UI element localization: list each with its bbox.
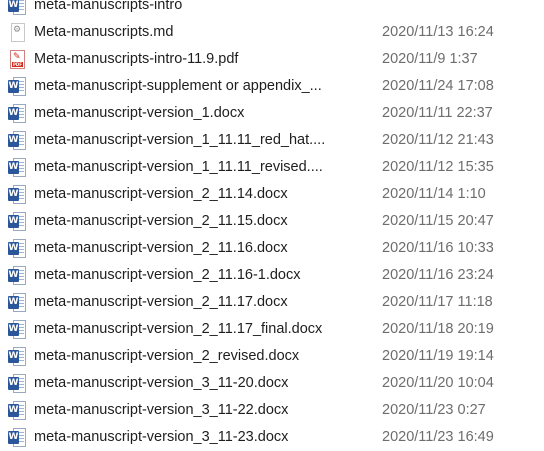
file-name: Meta-manuscripts.md	[34, 24, 174, 40]
word-document-icon: W	[8, 0, 26, 16]
word-badge: W	[8, 0, 19, 12]
word-document-icon: W	[8, 401, 26, 421]
word-badge: W	[8, 296, 19, 309]
word-document-icon: W	[8, 212, 26, 232]
word-badge: W	[8, 215, 19, 228]
file-row[interactable]: Wmeta-manuscript-version_1.docx 2020/11/1…	[0, 100, 544, 127]
word-document-icon: W	[8, 239, 26, 259]
file-name: meta-manuscript-version_2_11.17.docx	[34, 294, 288, 310]
file-row[interactable]: Wmeta-manuscript-version_2_revised.docx 2…	[0, 343, 544, 370]
file-name: meta-manuscript-version_2_11.15.docx	[34, 213, 288, 229]
file-name: meta-manuscript-version_3_11-22.docx	[34, 402, 289, 418]
file-modified-date: 2020/11/12 21:43	[382, 132, 494, 148]
word-badge: W	[8, 80, 19, 93]
pdf-badge: PDF	[12, 62, 23, 67]
file-row[interactable]: Wmeta-manuscript-version_1_11.11_revised…	[0, 154, 544, 181]
file-modified-date: 2020/11/15 20:47	[382, 213, 494, 229]
word-badge: W	[8, 134, 19, 147]
file-modified-date: 2020/11/17 11:18	[382, 294, 493, 310]
word-document-icon: W	[8, 185, 26, 205]
pdf-mark: ✎	[13, 52, 21, 62]
word-document-icon: W	[8, 347, 26, 367]
word-document-icon: W	[8, 428, 26, 448]
file-modified-date: 2020/11/13 16:24	[382, 24, 494, 40]
word-badge: W	[8, 242, 19, 255]
file-row[interactable]: Wmeta-manuscript-version_2_11.14.docx 202…	[0, 181, 544, 208]
file-modified-date: 2020/11/24 17:08	[382, 78, 494, 94]
file-modified-date: 2020/11/19 19:14	[382, 348, 494, 364]
file-name: meta-manuscript-version_2_11.16.docx	[34, 240, 288, 256]
gear-icon: ⚙	[13, 25, 22, 35]
file-row[interactable]: Wmeta-manuscript-version_3_11-23.docx 202…	[0, 424, 544, 451]
file-modified-date: 2020/11/16 10:33	[382, 240, 494, 256]
file-name: meta-manuscript-version_2_11.17_final.do…	[34, 321, 323, 337]
pdf-document-icon: ✎ PDF	[8, 50, 26, 70]
file-row[interactable]: ⚙ Meta-manuscripts.md 2020/11/13 16:24	[0, 19, 544, 46]
file-row[interactable]: Wmeta-manuscript-version_3_11-22.docx 202…	[0, 397, 544, 424]
file-name: meta-manuscript-version_1_11.11_revised.…	[34, 159, 323, 175]
word-document-icon: W	[8, 104, 26, 124]
file-name: meta-manuscript-version_2_11.14.docx	[34, 186, 288, 202]
word-badge: W	[8, 188, 19, 201]
file-name: meta-manuscript-version_1.docx	[34, 105, 245, 121]
file-name: meta-manuscript-version_3_11-23.docx	[34, 429, 289, 445]
file-row[interactable]: Wmeta-manuscript-version_2_11.16.docx 202…	[0, 235, 544, 262]
file-name: meta-manuscript-version_3_11-20.docx	[34, 375, 289, 391]
file-name: meta-manuscript-version_1_11.11_red_hat.…	[34, 132, 326, 148]
word-document-icon: W	[8, 158, 26, 178]
file-modified-date: 2020/11/23 16:49	[382, 429, 494, 445]
file-list: Wmeta-manuscripts-intro ⚙ Meta-manuscripts…	[0, 0, 544, 451]
word-document-icon: W	[8, 266, 26, 286]
file-modified-date: 2020/11/14 1:10	[382, 186, 486, 202]
file-row[interactable]: Wmeta-manuscript-supplement or appendix_…	[0, 73, 544, 100]
word-document-icon: W	[8, 131, 26, 151]
file-modified-date: 2020/11/20 10:04	[382, 375, 494, 391]
file-row[interactable]: Wmeta-manuscript-version_3_11-20.docx 202…	[0, 370, 544, 397]
file-name: meta-manuscripts-intro	[34, 0, 183, 13]
word-badge: W	[8, 350, 19, 363]
word-document-icon: W	[8, 320, 26, 340]
file-row[interactable]: Wmeta-manuscripts-intro	[0, 0, 544, 19]
file-modified-date: 2020/11/11 22:37	[382, 105, 493, 121]
file-row[interactable]: Wmeta-manuscript-version_2_11.17_final.d…	[0, 316, 544, 343]
word-badge: W	[8, 323, 19, 336]
word-badge: W	[8, 161, 19, 174]
word-badge: W	[8, 107, 19, 120]
file-row[interactable]: Wmeta-manuscript-version_2_11.15.docx 202…	[0, 208, 544, 235]
file-name: meta-manuscript-version_2_11.16-1.docx	[34, 267, 301, 283]
file-modified-date: 2020/11/18 20:19	[382, 321, 494, 337]
file-row[interactable]: Wmeta-manuscript-version_2_11.16-1.docx 2…	[0, 262, 544, 289]
word-badge: W	[8, 377, 19, 390]
file-name: Meta-manuscripts-intro-11.9.pdf	[34, 51, 239, 67]
markdown-file-icon: ⚙	[8, 23, 26, 43]
word-document-icon: W	[8, 77, 26, 97]
word-document-icon: W	[8, 293, 26, 313]
word-document-icon: W	[8, 374, 26, 394]
word-badge: W	[8, 404, 19, 417]
word-badge: W	[8, 269, 19, 282]
file-row[interactable]: Wmeta-manuscript-version_1_11.11_red_hat…	[0, 127, 544, 154]
file-row[interactable]: ✎ PDF Meta-manuscripts-intro-11.9.pdf 2020/…	[0, 46, 544, 73]
file-name: meta-manuscript-version_2_revised.docx	[34, 348, 300, 364]
file-modified-date: 2020/11/16 23:24	[382, 267, 494, 283]
file-modified-date: 2020/11/12 15:35	[382, 159, 494, 175]
file-name: meta-manuscript-supplement or appendix_.…	[34, 78, 322, 94]
file-modified-date: 2020/11/9 1:37	[382, 51, 478, 67]
file-row[interactable]: Wmeta-manuscript-version_2_11.17.docx 202…	[0, 289, 544, 316]
file-modified-date: 2020/11/23 0:27	[382, 402, 486, 418]
word-badge: W	[8, 431, 19, 444]
